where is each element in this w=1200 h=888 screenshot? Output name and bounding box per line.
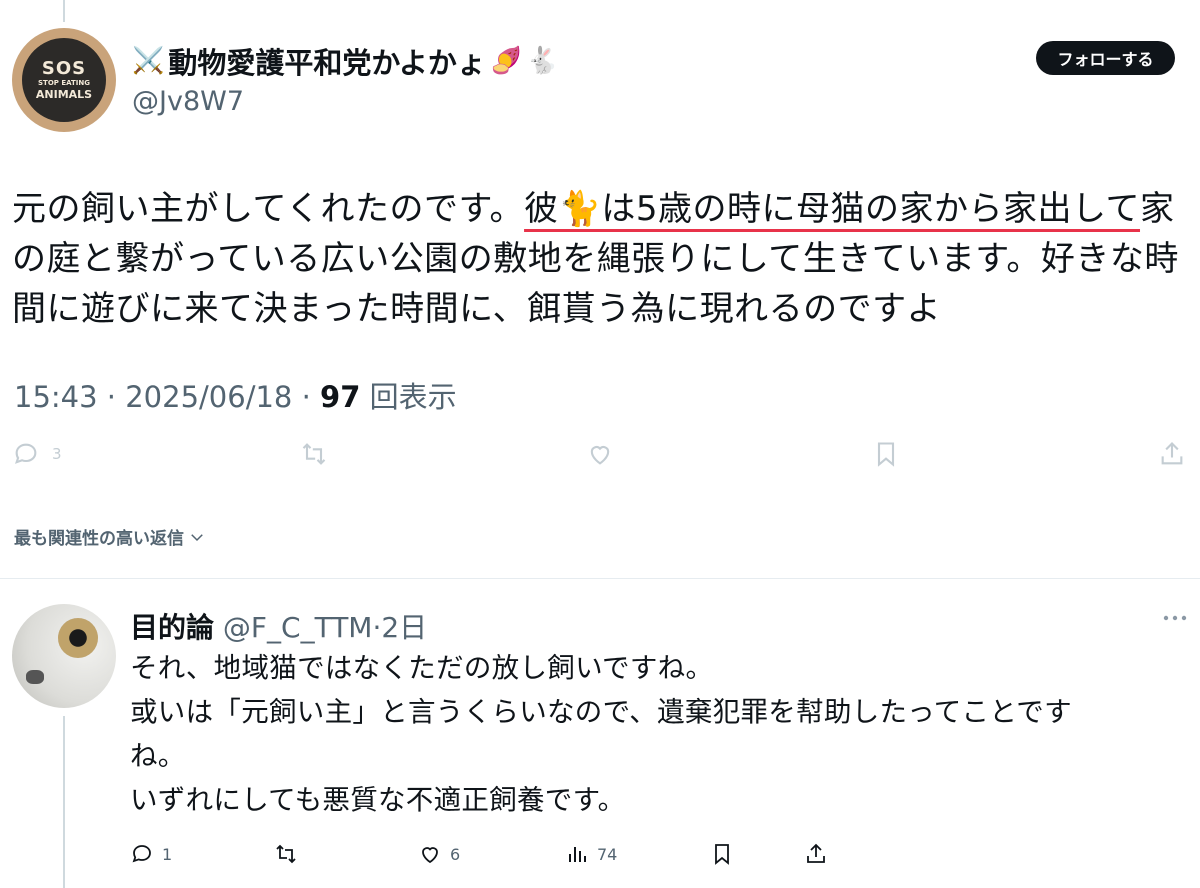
meta-separator: · (301, 380, 321, 414)
share-icon (1161, 442, 1183, 465)
tweet-meta: 15:43 · 2025/06/18 · 97 回表示 (14, 374, 457, 416)
tweet-text-highlight: 彼🐈は5歳の時に母猫の家から家出して (524, 189, 1141, 229)
author-handle[interactable]: @Jv8W7 (132, 86, 244, 117)
thread-line (63, 0, 65, 22)
retweet-action[interactable] (300, 440, 328, 468)
reply-icon (15, 443, 37, 464)
reply-avatar[interactable] (12, 604, 116, 708)
reply-action[interactable]: 3 (12, 440, 62, 468)
tweet-time[interactable]: 15:43 (14, 380, 98, 414)
rabbit-emoji: 🐇 (526, 46, 559, 76)
swords-emoji: ⚔️ (132, 46, 165, 76)
sos-logo: SOS STOP EATING ANIMALS (22, 38, 106, 122)
reply-display-name[interactable]: 目的論 (130, 611, 214, 644)
tweet-actions: 3 (0, 440, 1200, 480)
reply-header: 目的論 @F_C_TTM·2日 (130, 606, 427, 646)
reply-text: それ、地域猫ではなくただの放し飼いですね。 或いは「元飼い主」と言うくらいなので… (130, 646, 1190, 822)
reply-like-count: 6 (450, 844, 461, 864)
author-display-name[interactable]: ⚔️ 動物愛護平和党かよかょ 🍠 🐇 (132, 40, 559, 82)
chevron-down-icon (191, 533, 203, 541)
views-icon (569, 847, 586, 862)
reply-line: それ、地域猫ではなくただの放し飼いですね。 (130, 652, 714, 684)
bookmark-icon (715, 844, 729, 865)
divider (0, 578, 1200, 579)
retweet-icon (276, 844, 296, 864)
tweet-date[interactable]: 2025/06/18 (125, 380, 292, 414)
tweet-text-part1: 元の飼い主がしてくれたのです。 (12, 189, 525, 229)
bookmark-icon (877, 442, 895, 467)
reply-share-action[interactable] (804, 842, 828, 866)
sort-label-text: 最も関連性の高い返信 (14, 529, 184, 549)
reply-line: いずれにしても悪質な不適正飼養です。 (130, 784, 626, 816)
reply-reply-action[interactable]: 1 (130, 842, 172, 866)
author-avatar[interactable]: SOS STOP EATING ANIMALS (12, 28, 116, 132)
share-action[interactable] (1158, 440, 1186, 468)
cat-eye (58, 618, 98, 658)
bookmark-action[interactable] (872, 440, 900, 468)
author-name-text: 動物愛護平和党かよかょ (168, 46, 486, 80)
like-action[interactable] (586, 440, 614, 468)
more-options-icon[interactable] (1160, 608, 1190, 628)
views-count: 97 (320, 380, 361, 414)
reply-count: 3 (52, 445, 62, 463)
reply-views-action[interactable]: 74 (565, 842, 617, 866)
reply-line: 或いは「元飼い主」と言うくらいなので、遺棄犯罪を幇助したってことです (130, 696, 1072, 728)
retweet-icon (302, 443, 326, 465)
reply-like-action[interactable]: 6 (418, 842, 460, 866)
reply-actions: 1 6 74 (0, 842, 1200, 872)
reply-retweet-action[interactable] (274, 842, 298, 866)
cat-nose (26, 670, 44, 684)
tweet-text: 元の飼い主がしてくれたのです。彼🐈は5歳の時に母猫の家から家出して家の庭と繋がっ… (12, 184, 1190, 334)
follow-button[interactable]: フォローする (1036, 41, 1175, 75)
views-label: 回表示 (369, 380, 457, 414)
reply-icon (132, 845, 151, 863)
reply-sort-dropdown[interactable]: 最も関連性の高い返信 (14, 524, 206, 549)
reply-bookmark-action[interactable] (710, 842, 734, 866)
reply-handle[interactable]: @F_C_TTM (223, 611, 373, 644)
reply-line: ね。 (130, 740, 186, 772)
like-icon (590, 446, 610, 465)
reply-reply-count: 1 (162, 844, 173, 864)
reply-views-count: 74 (597, 844, 618, 864)
reply-age[interactable]: 2日 (381, 611, 427, 644)
sweet-potato-emoji: 🍠 (489, 46, 523, 76)
meta-separator: · (106, 380, 126, 414)
share-icon (807, 843, 825, 863)
like-icon (422, 847, 438, 864)
